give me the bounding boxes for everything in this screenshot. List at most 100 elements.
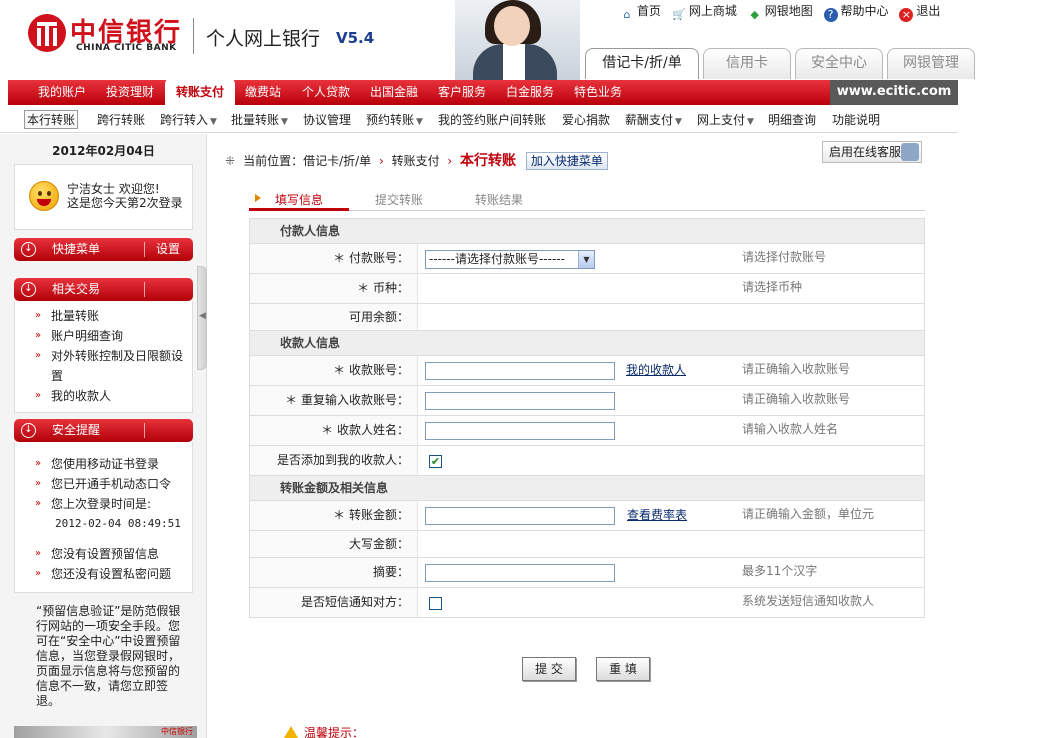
- sidebar-banner[interactable]: 中信银行: [14, 726, 197, 738]
- tab-security-center[interactable]: 安全中心: [795, 48, 883, 79]
- step-arrow-icon: [255, 194, 261, 202]
- reserved-info-note: “预留信息验证”是防范假银行网站的一项安全手段。您可在“安全中心”中设置预留信息…: [36, 604, 181, 708]
- top-link-home[interactable]: ⌂ 首页: [620, 2, 662, 22]
- sidebar: 2012年02月04日 宁洁女士 欢迎您! 这是您今天第2次登录 ↓ 快捷菜单 …: [0, 134, 207, 738]
- subnav-online-payment[interactable]: 网上支付 ▼: [697, 111, 754, 128]
- step-fill-info: 填写信息: [275, 193, 324, 207]
- subnav-salary-payment[interactable]: 薪酬支付 ▼: [625, 111, 682, 128]
- nav-bill-pay[interactable]: 缴费站: [245, 80, 281, 105]
- related-batch-transfer[interactable]: 批量转账: [15, 306, 192, 326]
- amount-section-title: 转账金额及相关信息: [250, 476, 924, 501]
- app-title: 个人网上银行: [206, 28, 321, 50]
- quick-menu-header[interactable]: ↓ 快捷菜单 设置: [14, 238, 193, 261]
- nav-overseas-finance[interactable]: 出国金融: [370, 80, 418, 105]
- subnav-agreement-management[interactable]: 协议管理: [303, 111, 351, 128]
- payer-account-select[interactable]: ------请选择付款账号------ ▼: [425, 250, 595, 269]
- add-payee-checkbox[interactable]: ✔: [429, 455, 442, 468]
- subnav-batch-transfer[interactable]: 批量转账 ▼: [231, 111, 288, 128]
- step-submit: 提交转账: [375, 193, 424, 207]
- subnav-signed-account-transfer[interactable]: 我的签约账户间转账: [438, 111, 546, 128]
- nav-investment[interactable]: 投资理财: [106, 80, 154, 105]
- welcome-box: 宁洁女士 欢迎您! 这是您今天第2次登录: [14, 164, 193, 230]
- quick-menu-title: 快捷菜单: [52, 242, 101, 256]
- login-count: 这是您今天第2次登录: [67, 196, 183, 210]
- subnav-local-transfer[interactable]: 本行转账: [24, 110, 79, 129]
- nav-transfer[interactable]: 转账支付: [165, 78, 235, 105]
- row-add-payee: 是否添加到我的收款人： ✔: [250, 446, 924, 476]
- nav-platinum-service[interactable]: 白金服务: [506, 80, 554, 105]
- subnav-charity-donation[interactable]: 爱心捐款: [562, 111, 610, 128]
- related-account-detail[interactable]: 账户明细查询: [15, 326, 192, 346]
- payer-section-title: 付款人信息: [250, 219, 924, 244]
- fee-schedule-link[interactable]: 查看费率表: [627, 501, 687, 530]
- logout-icon: ×: [899, 8, 914, 22]
- collapse-icon: ↓: [21, 423, 36, 438]
- alert-no-reserved-info: 您没有设置预留信息: [15, 544, 192, 564]
- breadcrumb-icon: ⁜: [225, 154, 236, 168]
- memo-input[interactable]: [425, 564, 615, 582]
- top-links: ⌂ 首页 🛒 网上商城 ◆ 网银地图 ? 帮助中心 × 退出: [620, 2, 947, 22]
- quick-menu-settings-button[interactable]: 设置: [156, 238, 180, 261]
- sms-notify-checkbox[interactable]: [429, 597, 442, 610]
- form-actions: 提 交重 填: [522, 657, 670, 681]
- amount-input[interactable]: [425, 507, 615, 525]
- related-transactions-list: 批量转账 账户明细查询 对外转账控制及日限额设 置 我的收款人: [14, 301, 193, 413]
- subnav-interbank-transfer[interactable]: 跨行转账: [97, 111, 145, 128]
- related-transfer-limit-cont[interactable]: 置: [15, 366, 192, 386]
- citic-logo-icon: [28, 14, 66, 52]
- top-link-sitemap[interactable]: ◆ 网银地图: [748, 2, 812, 22]
- chevron-down-icon: ▼: [675, 117, 682, 127]
- online-service-button[interactable]: 启用在线客服: [822, 141, 922, 163]
- nav-customer-service[interactable]: 客户服务: [438, 80, 486, 105]
- reset-button[interactable]: 重 填: [596, 657, 650, 681]
- top-link-logout[interactable]: × 退出: [899, 2, 940, 22]
- tab-debit-card[interactable]: 借记卡/折/单: [585, 48, 699, 79]
- bank-logo[interactable]: 中信银行 CHINA CITIC BANK: [28, 12, 203, 58]
- sitemap-icon: ◆: [750, 8, 759, 21]
- payee-name-input[interactable]: [425, 422, 615, 440]
- smiley-icon: [29, 181, 59, 211]
- subnav-scheduled-transfer[interactable]: 预约转账 ▼: [366, 111, 423, 128]
- row-amount: ＊ 转账金额： 查看费率表 请正确输入金额，单位元: [250, 501, 924, 531]
- related-transactions-header[interactable]: ↓ 相关交易: [14, 278, 193, 301]
- bank-name-en: CHINA CITIC BANK: [76, 43, 177, 53]
- subnav-function-description[interactable]: 功能说明: [832, 111, 880, 128]
- nav-personal-loan[interactable]: 个人贷款: [302, 80, 350, 105]
- add-quick-menu-button[interactable]: 加入快捷菜单: [525, 152, 608, 170]
- security-alert-header[interactable]: ↓ 安全提醒: [14, 419, 193, 442]
- top-link-mall[interactable]: 🛒 网上商城: [672, 2, 737, 22]
- row-balance: 可用余额：: [250, 304, 924, 331]
- row-memo: 摘要： 最多11个汉字: [250, 558, 924, 588]
- tab-credit-card[interactable]: 信用卡: [703, 48, 791, 79]
- row-currency: ＊ 币种： 请选择币种: [250, 274, 924, 304]
- payee-account-confirm-input[interactable]: [425, 392, 615, 410]
- agent-avatar-icon: [901, 143, 919, 161]
- payee-section-title: 收款人信息: [250, 331, 924, 356]
- row-amount-words: 大写金额：: [250, 531, 924, 558]
- subnav-interbank-transfer-in[interactable]: 跨行转入 ▼: [160, 111, 217, 128]
- my-payees-link[interactable]: 我的收款人: [626, 356, 686, 385]
- tips-title: 温馨提示：: [304, 726, 365, 738]
- payee-account-input[interactable]: [425, 362, 615, 380]
- related-transfer-limit[interactable]: 对外转账控制及日限额设: [15, 346, 192, 366]
- step-result: 转账结果: [475, 193, 524, 207]
- related-transactions-title: 相关交易: [52, 282, 101, 296]
- sidebar-collapse-handle[interactable]: ◀: [197, 266, 207, 370]
- nav-my-account[interactable]: 我的账户: [38, 80, 86, 105]
- row-payee-account: ＊ 收款账号： 我的收款人 请正确输入收款账号: [250, 356, 924, 386]
- nav-special-business[interactable]: 特色业务: [574, 80, 622, 105]
- collapse-icon: ↓: [21, 282, 36, 297]
- breadcrumb-prefix: 当前位置：借记卡/折/单: [243, 154, 372, 168]
- collapse-icon: ↓: [21, 242, 36, 257]
- chevron-down-icon: ▼: [747, 117, 754, 127]
- related-my-payees[interactable]: 我的收款人: [15, 386, 192, 406]
- submit-button[interactable]: 提 交: [522, 657, 576, 681]
- alert-dynamic-password: 您已开通手机动态口令: [15, 474, 192, 494]
- site-url[interactable]: www.ecitic.com: [830, 80, 958, 105]
- header-tabs: 借记卡/折/单 信用卡 安全中心 网银管理: [585, 48, 979, 79]
- top-link-help[interactable]: ? 帮助中心: [823, 2, 889, 22]
- security-alert-title: 安全提醒: [52, 423, 101, 437]
- tab-ebank-management[interactable]: 网银管理: [887, 48, 975, 79]
- app-version: V5.4: [336, 29, 375, 47]
- subnav-detail-query[interactable]: 明细查询: [768, 111, 816, 128]
